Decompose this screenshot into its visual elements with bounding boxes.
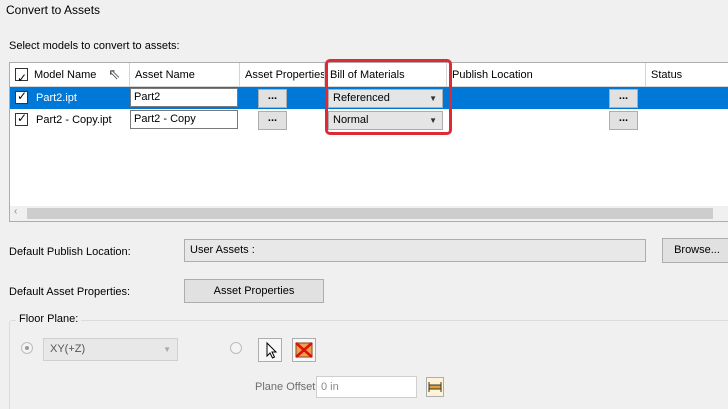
asset-properties-button[interactable]: ...: [258, 89, 287, 108]
asset-name-input[interactable]: Part2: [130, 88, 238, 107]
default-asset-properties-label: Default Asset Properties:: [9, 286, 131, 298]
select-models-label: Select models to convert to assets:: [9, 40, 180, 52]
ruler-icon: [428, 382, 442, 392]
clear-selection-button[interactable]: [292, 338, 316, 362]
column-header-label: Model Name: [34, 69, 97, 81]
asset-properties-default-button[interactable]: Asset Properties: [184, 279, 324, 303]
measure-button[interactable]: [426, 377, 444, 397]
column-header-model-name[interactable]: Model Name ⇖: [10, 63, 130, 87]
model-name-cell: Part2 - Copy.ipt: [36, 114, 112, 126]
cursor-arrow-icon: [266, 341, 278, 359]
plane-radio-xy[interactable]: [21, 342, 33, 354]
scroll-left-icon[interactable]: ‹: [14, 206, 17, 217]
select-all-checkbox[interactable]: [15, 66, 28, 86]
mouse-cursor-icon: ⇖: [108, 66, 121, 83]
column-header-status[interactable]: Status: [646, 63, 728, 87]
plane-offset-input[interactable]: 0 in: [316, 376, 417, 398]
clear-plane-icon: [295, 342, 313, 358]
row-checkbox[interactable]: [15, 89, 28, 104]
asset-name-input[interactable]: Part2 - Copy: [130, 110, 238, 129]
publish-location-button[interactable]: ...: [609, 89, 638, 108]
browse-button[interactable]: Browse...: [662, 238, 728, 263]
plane-offset-label: Plane Offset: [255, 381, 316, 393]
default-publish-location-label: Default Publish Location:: [9, 246, 131, 258]
bill-of-materials-highlight: [325, 59, 452, 135]
scrollbar-thumb[interactable]: [27, 208, 713, 219]
horizontal-scrollbar[interactable]: ‹: [10, 206, 728, 221]
publish-location-field: User Assets :: [184, 239, 646, 262]
plane-radio-custom[interactable]: [230, 342, 242, 354]
model-name-cell: Part2.ipt: [36, 92, 77, 104]
column-header-asset-properties[interactable]: Asset Properties: [240, 63, 325, 87]
plane-select-value: XY(+Z): [50, 343, 86, 355]
asset-properties-button[interactable]: ...: [258, 111, 287, 130]
dialog-title: Convert to Assets: [6, 3, 101, 17]
plane-select[interactable]: XY(+Z) ▼: [43, 338, 178, 361]
floor-plane-label: Floor Plane:: [16, 313, 82, 325]
column-header-asset-name[interactable]: Asset Name: [130, 63, 240, 87]
chevron-down-icon: ▼: [163, 345, 171, 354]
row-checkbox[interactable]: [15, 111, 28, 126]
column-header-publish-location[interactable]: Publish Location: [447, 63, 646, 87]
select-face-button[interactable]: [258, 338, 282, 362]
publish-location-button[interactable]: ...: [609, 111, 638, 130]
